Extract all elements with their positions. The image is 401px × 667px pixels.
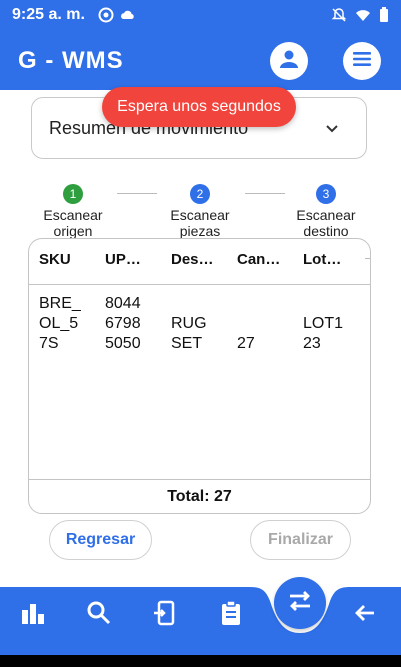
app-title: G - WMS [18, 47, 124, 74]
nav-reports[interactable] [18, 600, 48, 630]
search-icon [86, 600, 112, 631]
swap-icon [286, 587, 314, 620]
cell-description: RUG SET [171, 315, 207, 352]
step-label: Escanear origen [33, 207, 113, 239]
clipboard-icon [218, 599, 244, 631]
step-scan-destination: 3 Escanear destino [286, 184, 366, 239]
step-connector [245, 193, 285, 194]
nav-back[interactable] [350, 600, 380, 630]
app-bar: G - WMS [0, 30, 401, 90]
nav-device-transfer[interactable] [150, 600, 180, 630]
person-icon [278, 48, 300, 75]
nav-search[interactable] [84, 600, 114, 630]
total-quantity: Total: 27 [167, 488, 232, 505]
items-table[interactable]: SKU UP… Des… Can… Lot… BRE_ OL_5 7S 8044… [28, 238, 371, 514]
bottom-nav-background [0, 587, 401, 655]
step-number: 1 [63, 184, 83, 204]
cell-upc: 8044 6798 5050 [105, 295, 141, 352]
step-number: 2 [190, 184, 210, 204]
back-button[interactable]: Regresar [49, 520, 152, 560]
column-divider [365, 243, 370, 259]
step-label-text: Escanear destino [296, 207, 356, 239]
step-scan-origin: 1 Escanear origen [33, 184, 113, 239]
chart-icon [20, 600, 46, 631]
column-header-quantity[interactable]: Can… [237, 251, 280, 268]
column-header-description[interactable]: Des… [171, 251, 214, 268]
system-navigation-bar [0, 655, 401, 667]
step-label: Escanear piezas [160, 207, 240, 239]
nav-tasks[interactable] [216, 599, 246, 631]
wifi-icon [355, 7, 371, 28]
column-header-lot[interactable]: Lot… [303, 251, 341, 268]
column-header-sku[interactable]: SKU [39, 251, 71, 268]
notifications-off-icon [331, 7, 347, 28]
cloud-icon [120, 7, 136, 28]
step-connector [117, 193, 157, 194]
arrow-back-icon [352, 600, 378, 631]
app-screen: 9:25 a. m. G - WMS Resumen de movimiento… [0, 0, 401, 667]
table-header: SKU UP… Des… Can… Lot… [29, 239, 370, 285]
step-scan-pieces: 2 Escanear piezas [160, 184, 240, 239]
column-header-upc[interactable]: UP… [105, 251, 141, 268]
table-footer: Total: 27 [29, 479, 370, 513]
step-label-text: Escanear piezas [170, 207, 230, 239]
status-bar: 9:25 a. m. [0, 0, 401, 30]
menu-button[interactable] [343, 42, 381, 80]
sync-icon [98, 7, 114, 28]
wait-toast: Espera unos segundos [102, 87, 296, 127]
menu-icon [351, 48, 373, 75]
finish-button[interactable]: Finalizar [250, 520, 351, 560]
cell-sku: BRE_ OL_5 7S [39, 295, 81, 352]
table-row[interactable]: BRE_ OL_5 7S 8044 6798 5050 RUG SET 27 L… [29, 294, 370, 364]
chevron-down-icon [324, 120, 340, 141]
transfer-device-icon [152, 600, 178, 631]
step-label-text: Escanear origen [43, 207, 103, 239]
step-number: 3 [316, 184, 336, 204]
status-time: 9:25 a. m. [12, 6, 85, 23]
profile-button[interactable] [270, 42, 308, 80]
nav-movement-button[interactable] [274, 577, 326, 629]
cell-quantity: 27 [237, 335, 255, 352]
battery-icon [379, 7, 389, 28]
status-icons-right [331, 7, 389, 28]
step-label: Escanear destino [286, 207, 366, 239]
cell-lot: LOT1 23 [303, 315, 344, 352]
status-icons-left [98, 7, 136, 28]
